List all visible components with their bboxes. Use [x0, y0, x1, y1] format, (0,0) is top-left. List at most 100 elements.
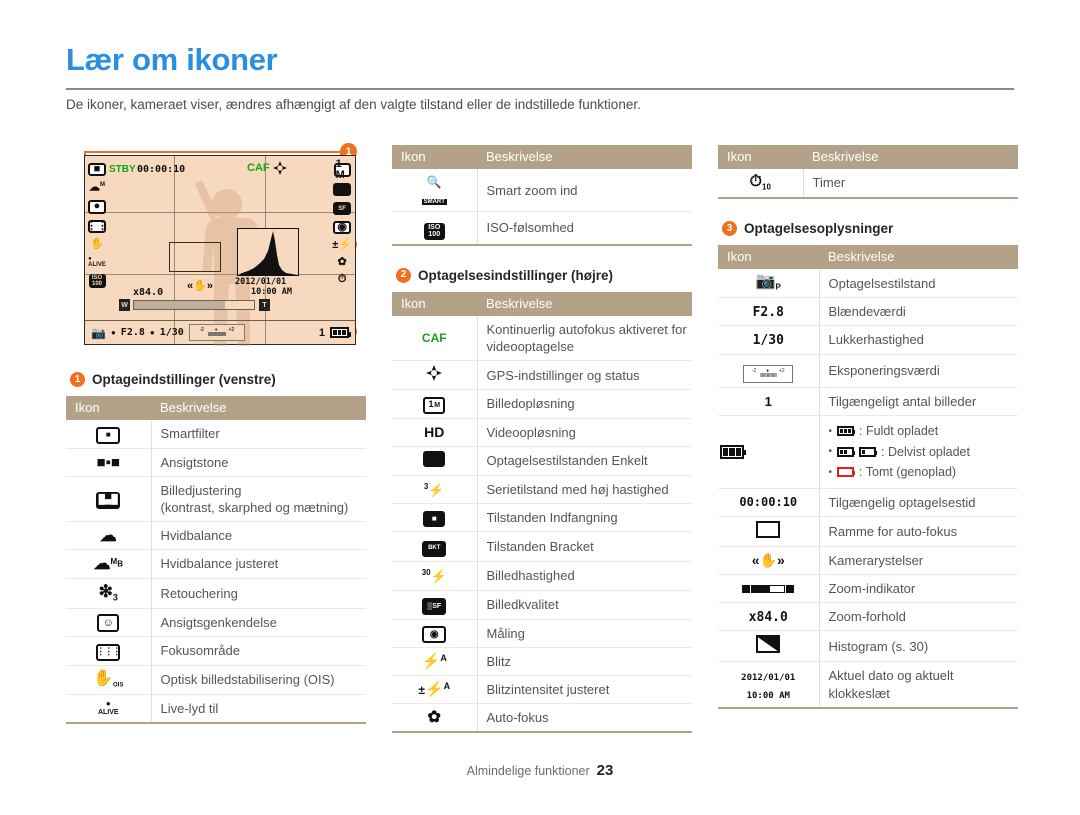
- row-desc: Eksponeringsværdi: [819, 354, 1018, 388]
- zoom-tele-button: T: [259, 299, 270, 311]
- list-item: • : Tomt (genoplad): [829, 462, 1019, 483]
- section-number-3: 3: [722, 221, 737, 237]
- exposure-left-label: -2: [199, 326, 204, 333]
- table-row: «✋» Kamerarystelser: [718, 546, 1018, 575]
- table-row: ❇3 Retouchering: [66, 578, 366, 610]
- table-shooting-info: Ikon Beskrivelse 📷P Optagelsestilstand F…: [718, 245, 1018, 709]
- col-header-ikon: Ikon: [718, 145, 803, 169]
- aperture-value: F2.8: [718, 297, 820, 327]
- row-desc: Videoopløsning: [477, 418, 692, 447]
- table-row: ⚡A Blitz: [392, 647, 692, 677]
- live-sound-icon: ● ALIVE: [88, 255, 106, 268]
- face-tone-icon: ■▪■: [66, 448, 152, 477]
- section-title-2: Optagelsesindstillinger (højre): [418, 267, 614, 283]
- aperture-value-text: F2.8: [752, 304, 784, 320]
- row-desc: Smart zoom ind: [477, 169, 692, 213]
- row-desc: GPS-indstillinger og status: [477, 360, 692, 391]
- live-sound-icon: ● ALIVE: [66, 694, 152, 725]
- datetime-time: 10:00 AM: [746, 690, 790, 701]
- timer-icon: ⏱10: [718, 169, 804, 200]
- footer-label: Almindelige funktioner: [466, 764, 590, 778]
- table-row: BKT Tilstanden Bracket: [392, 531, 692, 563]
- recording-time-text: 00:00:10: [739, 495, 798, 510]
- table-row: ◉ Måling: [392, 619, 692, 648]
- metering-icon: ◉: [333, 221, 352, 234]
- title-divider: [66, 88, 1014, 90]
- table-row: • : Fuldt opladet • : Delvist opladet • …: [718, 415, 1019, 489]
- right-settings-rail: 1 M SF ◉ ±⚡ ✿ ⏱: [332, 159, 352, 288]
- auto-focus-icon: ✿: [337, 256, 347, 268]
- row-desc: Tilstanden Indfangning: [477, 503, 692, 533]
- row-desc: Optagelsestilstanden Enkelt: [477, 446, 692, 477]
- lcd-time: 10:00 AM: [251, 287, 292, 297]
- bullet-icon: •: [828, 446, 833, 458]
- list-item: • : Delvist opladet: [829, 442, 1019, 463]
- section-title-3: Optagelsesoplysninger: [744, 221, 894, 237]
- lcd-screen: STBY 00:00:10 CAF «✋» 2012/01/01 10:00 A…: [84, 155, 356, 346]
- battery-icon: [718, 415, 820, 489]
- table-row: ■▪■ Ansigtstone: [66, 448, 366, 477]
- face-detection-icon: ●: [88, 199, 106, 214]
- caf-indicator: CAF: [247, 162, 270, 174]
- bracket-icon: BKT: [392, 531, 478, 563]
- flash-intensity-icon: ±⚡A: [392, 675, 478, 705]
- focus-area-icon: ⋮⋮: [86, 219, 108, 233]
- flash-intensity-icon: ±⚡: [332, 239, 352, 251]
- flash-icon: ⚡A: [392, 647, 478, 677]
- row-desc: Zoom-indikator: [819, 574, 1018, 604]
- table-row: ▒ SF Billedkvalitet: [392, 590, 692, 620]
- bullet-icon: •: [828, 425, 833, 437]
- camera-shake-icon: «✋»: [718, 546, 820, 575]
- iso-icon: ISO 100: [88, 273, 106, 288]
- photo-quality-icon: ▒ SF: [392, 590, 478, 620]
- shots-available: 1: [718, 387, 820, 417]
- table-shooting-settings-right: Ikon Beskrivelse CAF Kontinuerlig autofo…: [392, 291, 692, 734]
- histogram-overlay: [237, 228, 299, 276]
- zoom-indicator-fill: [134, 301, 226, 309]
- table-row: ⏱10 Timer: [718, 169, 1018, 200]
- white-balance-icon: ☁: [66, 521, 152, 551]
- histogram-icon: [718, 630, 820, 663]
- section-heading-1: 1 Optageindstillinger (venstre): [70, 372, 366, 387]
- row-desc: Fokusområde: [151, 636, 366, 666]
- table-row: 1 Tilgængeligt antal billeder: [718, 387, 1018, 417]
- white-balance-adjusted-icon: ☁MB: [66, 549, 152, 579]
- datetime-value: 2012/01/01 10:00 AM: [718, 661, 820, 709]
- column-left: 1 2 3: [66, 143, 366, 725]
- col-header-beskrivelse: Beskrivelse: [819, 245, 1018, 270]
- table-row: ⋮⋮⋮ Fokusområde: [66, 636, 366, 666]
- battery-partial-label: : Delvist opladet: [881, 444, 970, 459]
- row-desc: Zoom-forhold: [819, 602, 1018, 632]
- battery-partial-icon-2: [837, 446, 856, 457]
- zoom-ratio-text: x84.0: [748, 609, 788, 625]
- table-row: ☁ Hvidbalance: [66, 521, 366, 551]
- battery-empty-label: : Tomt (genoplad): [859, 465, 957, 479]
- row-desc: Måling: [477, 619, 692, 648]
- battery-empty-icon: [837, 467, 856, 478]
- ois-icon: ✋OIS: [66, 665, 152, 696]
- smart-filter-icon: ■: [88, 163, 106, 176]
- table-row: 🔍 SMART Smart zoom ind: [392, 169, 692, 213]
- row-desc: Billedjustering (kontrast, skarphed og m…: [151, 476, 366, 523]
- row-desc: Timer: [803, 169, 1018, 200]
- row-desc: Histogram (s. 30): [819, 630, 1018, 663]
- camera-display-diagram: 1 2 3: [66, 143, 366, 350]
- list-item: • : Fuldt opladet: [829, 421, 1019, 442]
- section-title-1: Optageindstillinger (venstre): [92, 372, 276, 387]
- smart-filter-icon: ■: [66, 420, 152, 449]
- row-desc: Live-lyd til: [151, 694, 366, 725]
- table-shooting-settings-left-cont: Ikon Beskrivelse 🔍 SMART Smart zoom ind I…: [392, 145, 692, 246]
- retouch-icon: ❇3: [66, 578, 152, 610]
- table-row: 00:00:10 Tilgængelig optagelsestid: [718, 488, 1018, 517]
- shots-available-text: 1: [764, 393, 772, 409]
- burst-icon: 3⚡: [392, 475, 478, 505]
- table-row: x84.0 Zoom-forhold: [718, 602, 1018, 632]
- table-row: Optagelsestilstanden Enkelt: [392, 446, 692, 477]
- table-row: █▄█ Billedjustering (kontrast, skarphed …: [66, 476, 366, 523]
- aperture-value: F2.8: [120, 327, 145, 338]
- shooting-mode-icon: 📷: [91, 325, 106, 340]
- row-desc: Tilgængeligt antal billeder: [819, 387, 1018, 417]
- table-row: 1/30 Lukkerhastighed: [718, 325, 1018, 355]
- row-desc: Tilgængelig optagelsestid: [819, 488, 1018, 517]
- auto-focus-icon: ✿: [392, 703, 478, 734]
